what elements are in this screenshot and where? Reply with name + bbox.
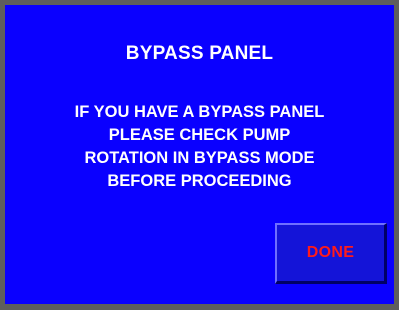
done-button[interactable]: DONE — [275, 223, 387, 284]
page-title: BYPASS PANEL — [125, 43, 274, 64]
instruction-message: IF YOU HAVE A BYPASS PANEL PLEASE CHECK … — [5, 101, 394, 193]
message-line: BEFORE PROCEEDING — [107, 172, 292, 190]
message-line: PLEASE CHECK PUMP — [108, 126, 291, 144]
hmi-frame: BYPASS PANEL IF YOU HAVE A BYPASS PANEL … — [0, 0, 399, 310]
message-line: ROTATION IN BYPASS MODE — [84, 149, 315, 167]
message-line: IF YOU HAVE A BYPASS PANEL — [74, 103, 325, 121]
bypass-panel-screen: BYPASS PANEL IF YOU HAVE A BYPASS PANEL … — [5, 5, 394, 304]
done-button-label: DONE — [306, 244, 355, 261]
